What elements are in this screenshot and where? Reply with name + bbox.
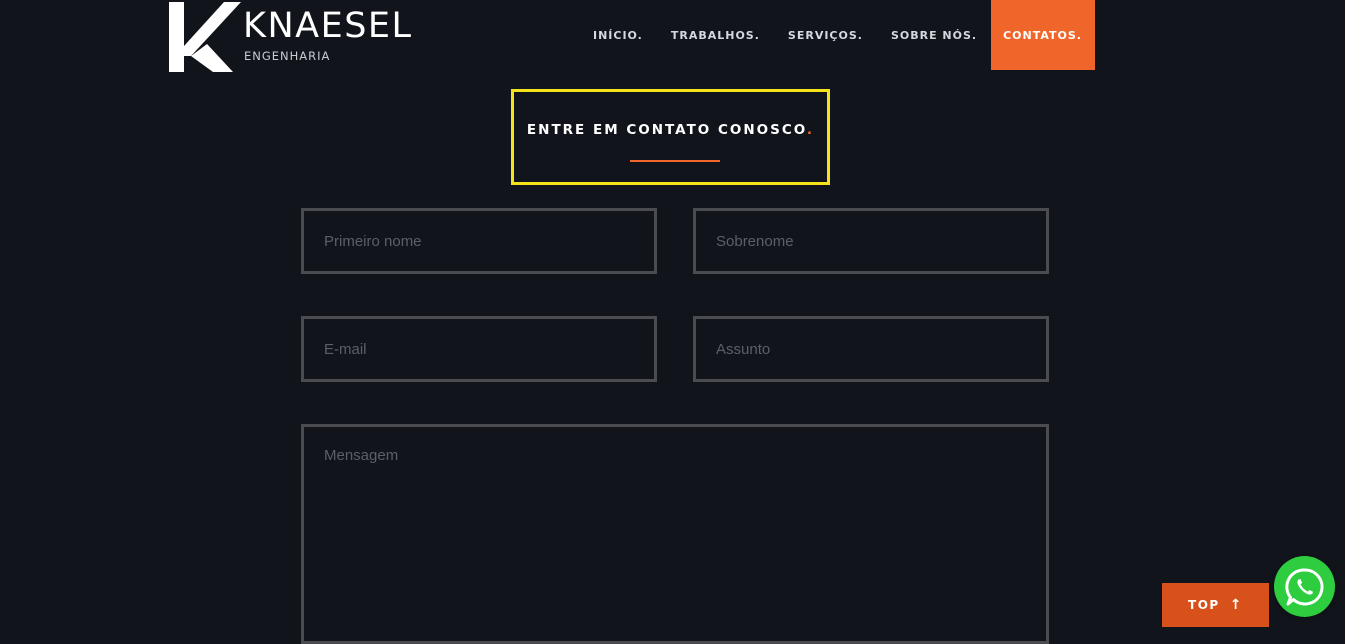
- section-heading-box: ENTRE EM CONTATO CONOSCO.: [511, 89, 830, 185]
- arrow-up-icon: ↑: [1229, 597, 1243, 613]
- logo-name: KNAESEL: [243, 6, 413, 46]
- logo[interactable]: KNAESEL ENGENHARIA: [169, 0, 479, 75]
- main-nav: INÍCIO. TRABALHOS. SERVIÇOS. SOBRE NÓS. …: [579, 0, 1095, 70]
- subject-input[interactable]: [693, 316, 1049, 382]
- section-heading: ENTRE EM CONTATO CONOSCO.: [514, 122, 827, 138]
- nav-item-inicio[interactable]: INÍCIO.: [579, 0, 657, 70]
- nav-item-sobre-nos[interactable]: SOBRE NÓS.: [877, 0, 991, 70]
- nav-item-servicos[interactable]: SERVIÇOS.: [774, 0, 877, 70]
- logo-k-mark-icon: [169, 2, 241, 72]
- last-name-input[interactable]: [693, 208, 1049, 274]
- heading-underline: [630, 160, 720, 162]
- email-input[interactable]: [301, 316, 657, 382]
- logo-subtitle: ENGENHARIA: [244, 49, 331, 63]
- back-to-top-button[interactable]: TOP ↑: [1162, 583, 1269, 627]
- section-heading-dot: .: [806, 122, 815, 138]
- back-to-top-label: TOP: [1188, 598, 1220, 612]
- whatsapp-button[interactable]: [1274, 556, 1335, 617]
- first-name-input[interactable]: [301, 208, 657, 274]
- nav-item-trabalhos[interactable]: TRABALHOS.: [657, 0, 774, 70]
- nav-item-contatos[interactable]: CONTATOS.: [991, 0, 1095, 70]
- section-heading-text: ENTRE EM CONTATO CONOSCO: [526, 122, 807, 138]
- message-textarea[interactable]: [301, 424, 1049, 644]
- whatsapp-icon: [1284, 567, 1324, 605]
